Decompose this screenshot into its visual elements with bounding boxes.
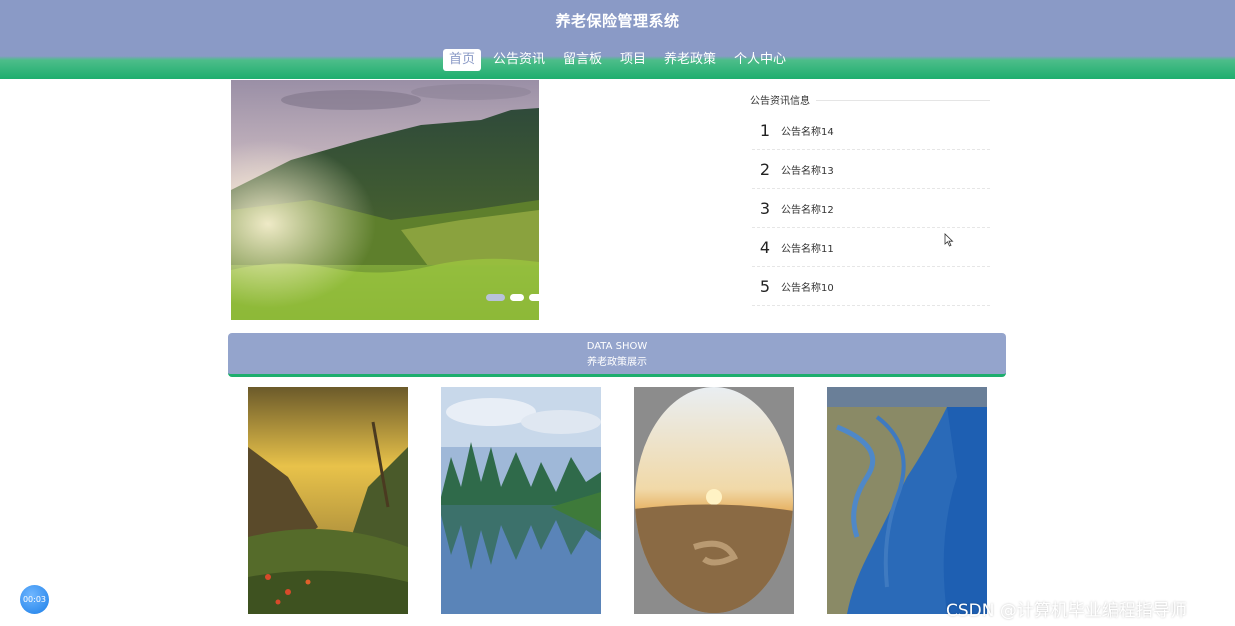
notice-name: 公告名称13 bbox=[781, 165, 834, 177]
notice-panel-title: 公告资讯信息 bbox=[750, 92, 990, 109]
nav-item-personal-center[interactable]: 个人中心 bbox=[728, 49, 792, 71]
watermark-text: CSDN @计算机毕业编程指导师 bbox=[946, 601, 1187, 621]
notice-number: 3 bbox=[759, 198, 771, 218]
policy-card-1[interactable] bbox=[248, 387, 408, 614]
nav-item-announcements[interactable]: 公告资讯 bbox=[487, 49, 551, 71]
policy-card-2[interactable] bbox=[441, 387, 601, 614]
banner-carousel[interactable] bbox=[231, 80, 539, 320]
notice-item[interactable]: 3 公告名称12 bbox=[752, 189, 990, 228]
notice-name: 公告名称11 bbox=[781, 243, 834, 255]
mouse-cursor-icon bbox=[944, 232, 954, 251]
policy-card-4[interactable] bbox=[827, 387, 987, 614]
policy-card-3[interactable] bbox=[634, 387, 794, 614]
main-nav: 首页 公告资讯 留言板 项目 养老政策 个人中心 bbox=[0, 49, 1235, 71]
carousel-dot-1[interactable] bbox=[486, 294, 505, 301]
data-show-title-en: DATA SHOW bbox=[586, 341, 648, 352]
desert-sunrise-oval-image bbox=[634, 387, 794, 614]
wetland-coast-image bbox=[827, 387, 987, 614]
nav-item-message-board[interactable]: 留言板 bbox=[557, 49, 608, 71]
data-show-banner: DATA SHOW 养老政策展示 bbox=[228, 333, 1006, 377]
notice-item[interactable]: 4 公告名称11 bbox=[752, 228, 990, 267]
notice-name: 公告名称12 bbox=[781, 204, 834, 216]
header-bar: 养老保险管理系统 首页 公告资讯 留言板 项目 养老政策 个人中心 bbox=[0, 0, 1235, 79]
notice-name: 公告名称14 bbox=[781, 126, 834, 138]
carousel-dot-2[interactable] bbox=[510, 294, 524, 301]
notice-list: 1 公告名称14 2 公告名称13 3 公告名称12 4 公告名称11 5 公告… bbox=[750, 111, 990, 306]
notice-number: 1 bbox=[759, 120, 771, 140]
banner-landscape-image bbox=[231, 80, 539, 320]
karst-river-image bbox=[441, 387, 601, 614]
data-show-title-cn: 养老政策展示 bbox=[587, 357, 647, 368]
notice-name: 公告名称10 bbox=[781, 282, 834, 294]
carousel-indicators bbox=[486, 294, 543, 301]
notice-number: 5 bbox=[759, 276, 771, 296]
nav-item-projects[interactable]: 项目 bbox=[614, 49, 652, 71]
notice-number: 4 bbox=[759, 237, 771, 257]
nav-item-home[interactable]: 首页 bbox=[442, 49, 481, 71]
site-title: 养老保险管理系统 bbox=[555, 12, 680, 30]
timer-badge[interactable]: 00:03 bbox=[20, 585, 49, 614]
notice-item[interactable]: 5 公告名称10 bbox=[752, 267, 990, 306]
carousel-dot-3[interactable] bbox=[529, 294, 543, 301]
notice-item[interactable]: 1 公告名称14 bbox=[752, 111, 990, 150]
nav-item-pension-policy[interactable]: 养老政策 bbox=[658, 49, 722, 71]
notice-panel: 公告资讯信息 1 公告名称14 2 公告名称13 3 公告名称12 4 公告名称… bbox=[750, 92, 990, 306]
notice-number: 2 bbox=[759, 159, 771, 179]
notice-item[interactable]: 2 公告名称13 bbox=[752, 150, 990, 189]
sunset-valley-image bbox=[248, 387, 408, 614]
